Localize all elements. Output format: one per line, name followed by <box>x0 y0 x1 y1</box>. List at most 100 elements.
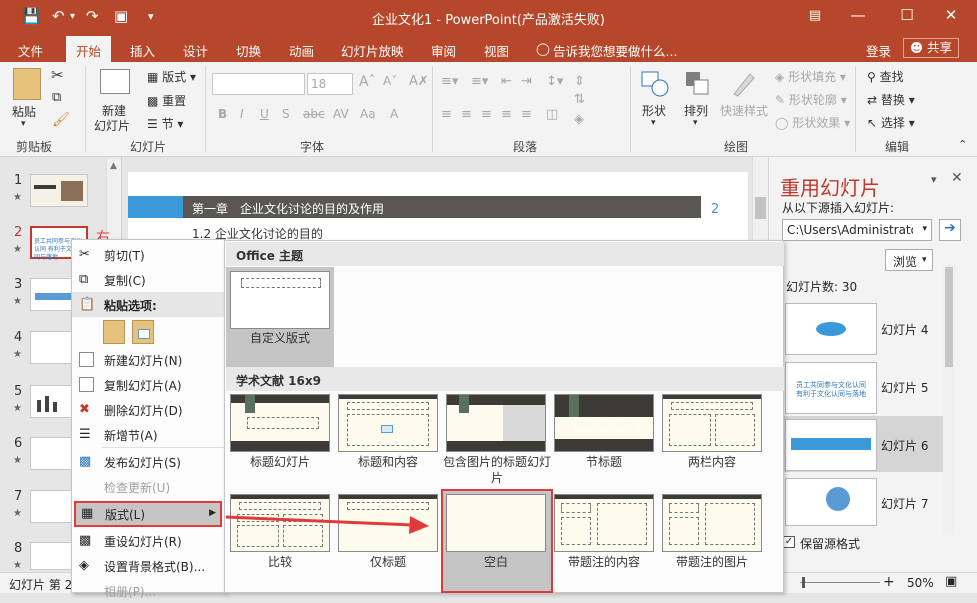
align-center-icon[interactable]: ≡ <box>461 107 472 122</box>
align-right-icon[interactable]: ≡ <box>481 107 492 122</box>
reuse-slide-thumb[interactable] <box>785 419 877 471</box>
shrink-font-icon[interactable]: Aˇ <box>383 74 397 88</box>
menu-item-cut[interactable]: ✂ 剪切(T) <box>72 242 225 267</box>
menu-item-new-slide[interactable]: 新建幻灯片(N) <box>72 347 225 372</box>
arrange-icon[interactable] <box>684 70 712 98</box>
quick-styles-button[interactable]: 快速样式 <box>720 102 768 119</box>
reuse-slide-label[interactable]: 幻灯片 7 <box>881 495 928 512</box>
layout-title-content[interactable] <box>338 394 438 452</box>
smartart-icon[interactable]: ◈ <box>574 112 584 127</box>
menu-item-copy[interactable]: ⧉ 复制(C) <box>72 267 225 292</box>
fit-to-window-icon[interactable]: ▣ <box>945 574 957 589</box>
login-link[interactable]: 登录 <box>866 41 891 60</box>
keep-format-checkbox[interactable]: ✓ <box>783 536 795 548</box>
menu-item-layout[interactable]: ▦ 版式(L) ▶ <box>74 501 222 527</box>
menu-item-format-background[interactable]: ◈ 设置背景格式(B)... <box>72 553 225 578</box>
paste-as-picture-icon[interactable] <box>132 320 154 344</box>
layout-title-slide[interactable] <box>230 394 330 452</box>
line-spacing-icon[interactable]: ↕▾ <box>546 74 563 89</box>
layout-blank[interactable] <box>446 494 546 552</box>
tab-transitions[interactable]: 切换 <box>236 41 261 60</box>
font-name-input[interactable] <box>212 73 305 95</box>
source-path-input[interactable]: C:\Users\Administrato ▾ <box>782 219 932 241</box>
menu-item-delete-slide[interactable]: ✖ 删除幻灯片(D) <box>72 397 225 422</box>
layout-button[interactable]: ▦ 版式 ▾ <box>147 68 196 85</box>
collapse-ribbon-icon[interactable]: ⌃ <box>958 138 967 151</box>
replace-button[interactable]: ⇄ 替换 ▾ <box>867 91 915 108</box>
change-case-icon[interactable]: Aa <box>360 107 376 121</box>
shape-outline-button[interactable]: ✎ 形状轮廓 ▾ <box>775 91 847 108</box>
reuse-pane-scrollbar[interactable] <box>943 265 955 535</box>
tab-insert[interactable]: 插入 <box>130 41 155 60</box>
align-text-icon[interactable]: ⇅ <box>574 92 585 107</box>
reuse-slide-label[interactable]: 幻灯片 6 <box>881 437 928 454</box>
reset-button[interactable]: ▩ 重置 <box>147 92 186 109</box>
menu-item-duplicate-slide[interactable]: 复制幻灯片(A) <box>72 372 225 397</box>
go-arrow-icon[interactable]: ➔ <box>939 219 961 241</box>
pane-close-icon[interactable]: ✕ <box>951 170 963 186</box>
font-color-icon[interactable]: A <box>390 107 398 121</box>
menu-item-reset-slide[interactable]: ▩ 重设幻灯片(R) <box>72 528 225 553</box>
numbering-icon[interactable]: ≡▾ <box>471 74 488 89</box>
italic-icon[interactable]: I <box>240 107 244 121</box>
browse-button[interactable]: 浏览 ▾ <box>885 249 933 271</box>
align-left-icon[interactable]: ≡ <box>441 107 452 122</box>
slide-thumb-1[interactable] <box>30 174 88 207</box>
section-button[interactable]: ☰ 节 ▾ <box>147 115 183 132</box>
reuse-slide-label[interactable]: 幻灯片 4 <box>881 321 928 338</box>
paste-button[interactable]: 粘贴 <box>12 103 36 120</box>
menu-item-publish-slides[interactable]: ▩ 发布幻灯片(S) <box>72 449 225 474</box>
layout-two-content[interactable] <box>662 394 762 452</box>
format-painter-icon[interactable]: 🖌 <box>52 112 70 128</box>
new-slide-label-2[interactable]: 幻灯片 <box>94 117 130 134</box>
increase-indent-icon[interactable]: ⇥ <box>521 74 532 89</box>
distributed-icon[interactable]: ≡ <box>521 107 532 122</box>
shape-effect-button[interactable]: ◯ 形状效果 ▾ <box>775 114 850 131</box>
paste-keep-theme-icon[interactable] <box>103 320 125 344</box>
reuse-slide-thumb[interactable] <box>785 303 877 355</box>
columns-icon[interactable]: ◫ <box>546 107 558 122</box>
share-button[interactable]: ☻ 共享 <box>903 38 960 58</box>
new-slide-icon[interactable] <box>100 69 130 94</box>
arrange-button[interactable]: 排列 <box>684 102 708 119</box>
tab-slideshow[interactable]: 幻灯片放映 <box>341 41 404 60</box>
menu-item-photo-album[interactable]: 相册(P)... <box>72 578 225 603</box>
justify-icon[interactable]: ≡ <box>501 107 512 122</box>
layout-content-caption[interactable] <box>554 494 654 552</box>
minimize-icon[interactable]: — <box>843 6 873 24</box>
tab-home[interactable]: 开始 <box>66 36 112 62</box>
decrease-indent-icon[interactable]: ⇤ <box>501 74 512 89</box>
maximize-icon[interactable]: ☐ <box>892 6 922 24</box>
close-icon[interactable]: ✕ <box>936 6 966 24</box>
tab-review[interactable]: 审阅 <box>431 41 456 60</box>
reuse-slide-thumb[interactable]: 员工共同参与文化认同 有利于文化认同与落地 <box>785 362 877 414</box>
reuse-slide-label[interactable]: 幻灯片 5 <box>881 379 928 396</box>
font-size-input[interactable]: 18 <box>307 73 353 95</box>
select-button[interactable]: ↖ 选择 ▾ <box>867 114 915 131</box>
layout-section-header[interactable] <box>554 394 654 452</box>
char-spacing-icon[interactable]: AV <box>333 107 349 121</box>
ribbon-display-icon[interactable]: ▤ <box>800 8 830 23</box>
cut-icon[interactable]: ✂ <box>51 66 64 84</box>
tab-view[interactable]: 视图 <box>484 41 509 60</box>
paste-dropdown-icon[interactable]: ▾ <box>21 119 26 129</box>
layout-picture-caption[interactable] <box>662 494 762 552</box>
tab-file[interactable]: 文件 <box>18 41 43 60</box>
zoom-slider[interactable] <box>800 577 880 588</box>
copy-icon[interactable]: ⧉ <box>52 90 61 105</box>
shape-fill-button[interactable]: ◈ 形状填充 ▾ <box>775 68 846 85</box>
zoom-in-icon[interactable]: + <box>883 574 895 590</box>
paste-icon[interactable] <box>13 68 41 100</box>
tab-animations[interactable]: 动画 <box>289 41 314 60</box>
tell-me-input[interactable]: 告诉我您想要做什么... <box>553 41 677 60</box>
layout-custom[interactable] <box>230 271 330 329</box>
reuse-slide-thumb[interactable] <box>785 478 877 526</box>
underline-icon[interactable]: U <box>260 107 269 121</box>
text-direction-icon[interactable]: ⇕ <box>574 74 585 89</box>
tab-design[interactable]: 设计 <box>183 41 208 60</box>
grow-font-icon[interactable]: Aˆ <box>359 74 376 90</box>
menu-item-add-section[interactable]: ☰ 新增节(A) <box>72 422 225 447</box>
strikethrough-icon[interactable]: abc <box>303 107 325 121</box>
shadow-icon[interactable]: S <box>282 107 290 121</box>
clear-format-icon[interactable]: A✗ <box>409 74 429 89</box>
